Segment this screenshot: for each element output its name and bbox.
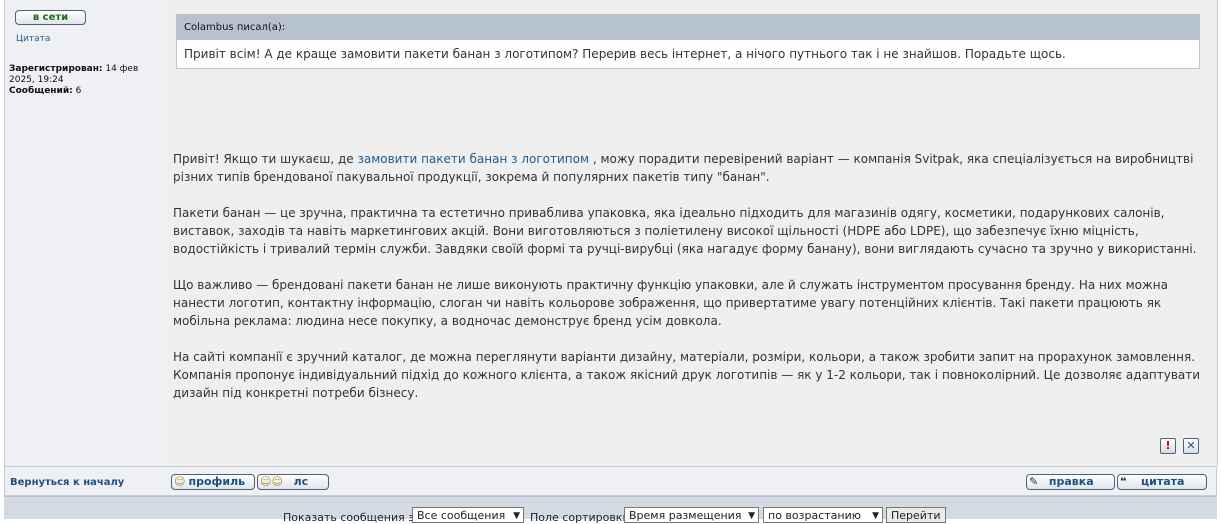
quote-button[interactable]: ❝ цитата [1117,474,1207,490]
chevron-down-icon: ▼ [748,511,755,521]
pm-button[interactable]: ☺☺ лс [257,474,329,490]
registered-label: Зарегистрирован: [9,64,103,74]
profile-icon: ☺ [174,475,186,488]
sort-select[interactable]: Время размещения ▼ [624,507,759,523]
post-paragraph-3: Що важливо — брендовані пакети банан не … [173,278,1168,328]
quote-text: Привіт всім! А де краще замовити пакети … [184,47,1066,61]
sort-select-value: Время размещения [629,509,742,522]
chevron-down-icon: ▼ [513,511,520,521]
edit-label: правка [1048,475,1094,488]
post-footer-row: Вернуться к началу ☺ профиль ☺☺ лс ✎ прав… [4,466,1217,496]
go-button[interactable]: Перейти [886,507,946,523]
profile-button[interactable]: ☺ профиль [171,474,255,490]
quote-box: Colambus писал(а): Привіт всім! А де кра… [176,14,1200,69]
filter-select[interactable]: Все сообщения ▼ [412,507,524,523]
edit-icon: ✎ [1029,475,1039,488]
user-quote-link[interactable]: Цитата [16,34,50,44]
online-status-button[interactable]: в сети [15,10,86,25]
post-p1-before: Привіт! Якщо ти шукаєш, де [173,152,358,166]
forum-post-frame: в сети Цитата Зарегистрирован: 14 фев 20… [4,0,1218,524]
pm-label: лс [293,475,309,488]
display-options-bar: Показать сообщения за: Все сообщения ▼ По… [4,496,1217,524]
user-registration-info: Зарегистрирован: 14 фев 2025, 19:24 Сооб… [9,64,161,97]
post-paragraph-2: Пакети банан — це зручна, практична та е… [173,206,1197,256]
order-select-value: по возрастанию [768,509,862,522]
quote-author-line: Colambus писал(а): [177,15,1199,40]
profile-label: профиль [188,475,246,488]
delete-icon[interactable]: ✕ [1183,438,1199,454]
quote-icon: ❝ [1120,475,1127,488]
pm-icon: ☺☺ [260,475,283,488]
post-link[interactable]: замовити пакети банан з логотипом [357,152,589,166]
post-content-column: Colambus писал(а): Привіт всім! А де кра… [164,0,1218,466]
post-body: Привіт! Якщо ти шукаєш, де замовити паке… [173,150,1205,420]
user-info-column: в сети Цитата Зарегистрирован: 14 фев 20… [4,0,165,466]
back-to-top-link[interactable]: Вернуться к началу [10,477,124,488]
post-paragraph-4: На сайті компанії є зручний каталог, де … [173,350,1201,400]
post-paragraph-1: Привіт! Якщо ти шукаєш, де замовити паке… [173,150,1205,186]
messages-value: 6 [75,86,82,96]
messages-label: Сообщений: [9,86,73,96]
report-icon[interactable]: ! [1160,438,1176,454]
quote-label: цитата [1140,475,1185,488]
order-select[interactable]: по возрастанию ▼ [763,507,883,523]
filter-select-value: Все сообщения [417,509,506,522]
edit-button[interactable]: ✎ правка [1026,474,1115,490]
chevron-down-icon: ▼ [872,511,879,521]
